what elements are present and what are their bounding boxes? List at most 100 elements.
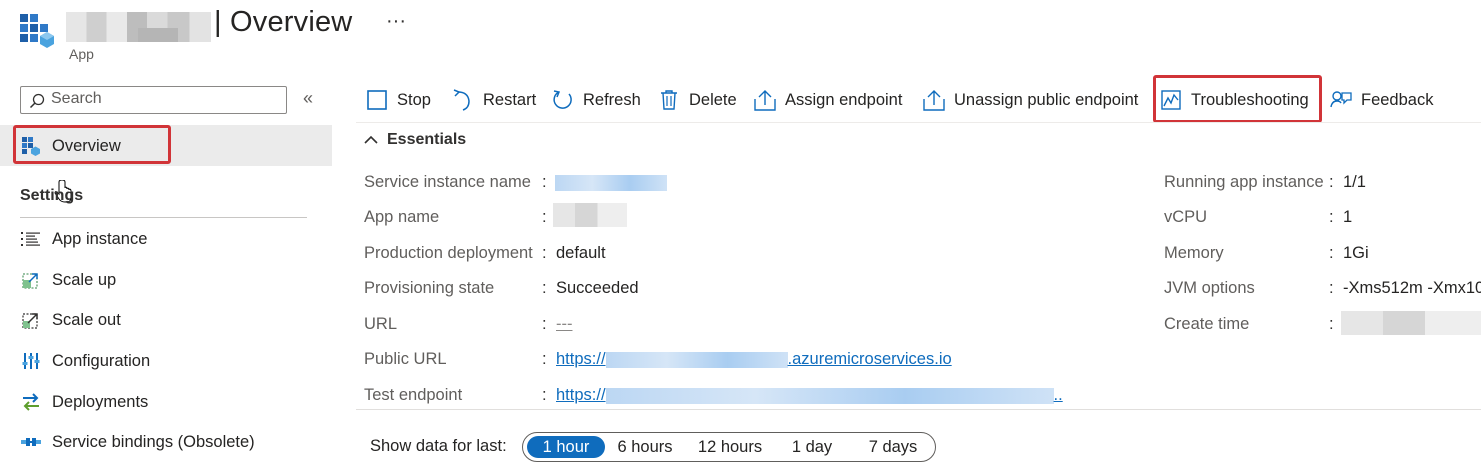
test-endpoint-prefix: https:// (556, 386, 606, 404)
time-range-label: Show data for last: (370, 437, 507, 455)
search-icon (29, 93, 45, 109)
memory-value: 1Gi (1343, 244, 1369, 262)
time-range-selector: 1 hour 6 hours 12 hours 1 day 7 days (522, 432, 936, 462)
time-range-option-1-day[interactable]: 1 day (781, 436, 843, 458)
sidebar-item-scale-out[interactable]: Scale out (20, 304, 121, 336)
more-options-button[interactable]: ··· (386, 10, 406, 33)
provisioning-state-value: Succeeded (556, 279, 639, 297)
colon: : (1329, 173, 1334, 191)
delete-button[interactable]: Delete (658, 86, 737, 114)
scale-up-icon (20, 269, 42, 291)
sidebar-item-label: App instance (52, 229, 148, 248)
colon: : (542, 279, 547, 297)
app-icon (20, 14, 54, 50)
running-app-instance-value: 1/1 (1343, 173, 1366, 191)
refresh-icon (552, 89, 574, 111)
vcpu-value: 1 (1343, 208, 1353, 226)
service-bindings-icon (20, 431, 42, 453)
memory-key: Memory (1164, 244, 1224, 262)
url-key: URL (364, 315, 398, 333)
overview-icon (20, 135, 42, 157)
public-url-redacted (605, 351, 788, 368)
assign-endpoint-label: Assign endpoint (785, 90, 903, 109)
time-range-option-7-days[interactable]: 7 days (857, 436, 929, 458)
create-time-value (1341, 311, 1481, 335)
restart-label: Restart (483, 90, 537, 109)
public-url-suffix: .azuremicroservices.io (787, 350, 952, 368)
production-deployment-value: default (556, 244, 606, 262)
sidebar-search-box[interactable] (20, 86, 287, 114)
jvm-options-value: -Xms512m -Xmx10 (1343, 279, 1481, 297)
assign-endpoint-button[interactable]: Assign endpoint (754, 86, 902, 114)
time-range-option-6-hours[interactable]: 6 hours (611, 436, 679, 458)
sidebar-item-configuration[interactable]: Configuration (20, 345, 150, 377)
troubleshooting-highlight-box (1153, 75, 1322, 123)
scale-out-icon (20, 309, 42, 331)
colon: : (1329, 244, 1334, 262)
colon: : (542, 386, 547, 404)
time-range-option-1-hour[interactable]: 1 hour (527, 436, 605, 458)
stop-icon (366, 89, 388, 111)
collapse-sidebar-button[interactable]: « (303, 88, 313, 109)
sidebar-item-label: Deployments (52, 392, 149, 411)
provisioning-state-key: Provisioning state (364, 279, 495, 297)
list-icon (20, 228, 42, 250)
test-endpoint-key: Test endpoint (364, 386, 463, 404)
test-endpoint-redacted (605, 387, 1054, 404)
search-input[interactable] (51, 90, 281, 108)
sidebar-item-overview[interactable]: Overview (0, 125, 332, 166)
sidebar-item-deployments[interactable]: Deployments (20, 386, 148, 418)
jvm-options-key: JVM options (1164, 279, 1255, 297)
settings-heading: Settings (20, 187, 84, 204)
service-instance-name-key: Service instance name (364, 173, 531, 191)
essentials-toggle[interactable]: Essentials (364, 131, 466, 149)
sidebar-item-service-bindings[interactable]: Service bindings (Obsolete) (20, 426, 255, 458)
page-title: | Overview (214, 6, 353, 38)
settings-divider (20, 217, 307, 218)
time-range-option-12-hours[interactable]: 12 hours (691, 436, 769, 458)
sidebar-item-label: Configuration (52, 351, 151, 370)
sidebar-item-label: Overview (52, 136, 121, 155)
configuration-icon (20, 350, 42, 372)
public-url-link[interactable]: https:// .azuremicroservices.io (556, 350, 952, 369)
essentials-divider (356, 409, 1481, 410)
colon: : (1329, 208, 1334, 226)
vcpu-key: vCPU (1164, 208, 1208, 226)
refresh-label: Refresh (583, 90, 641, 109)
sidebar-item-label: Service bindings (Obsolete) (52, 432, 255, 451)
stop-button[interactable]: Stop (366, 86, 431, 114)
sidebar-item-label: Scale up (52, 270, 117, 289)
toolbar-divider (356, 122, 1481, 123)
colon: : (542, 208, 547, 226)
chevron-up-icon (364, 135, 378, 144)
colon: : (542, 350, 547, 368)
test-endpoint-link[interactable]: https://.. (556, 386, 1063, 405)
feedback-label: Feedback (1361, 90, 1434, 109)
create-time-key: Create time (1164, 315, 1250, 333)
service-instance-name-value[interactable] (555, 173, 667, 192)
colon: : (1329, 279, 1334, 297)
colon: : (542, 315, 547, 333)
unassign-public-endpoint-label: Unassign public endpoint (954, 90, 1139, 109)
colon: : (542, 244, 547, 262)
restart-button[interactable]: Restart (452, 86, 536, 114)
colon: : (542, 173, 547, 191)
refresh-button[interactable]: Refresh (552, 86, 641, 114)
url-value[interactable]: --- (556, 315, 572, 334)
production-deployment-key: Production deployment (364, 244, 533, 262)
upload-icon (754, 89, 776, 111)
colon: : (1329, 315, 1334, 333)
sidebar-item-scale-up[interactable]: Scale up (20, 264, 116, 296)
trash-icon (658, 89, 680, 111)
sidebar-item-label: Scale out (52, 310, 121, 329)
app-name-redacted (66, 12, 211, 42)
delete-label: Delete (689, 90, 737, 109)
unassign-public-endpoint-button[interactable]: Unassign public endpoint (923, 86, 1138, 114)
feedback-button[interactable]: Feedback (1330, 86, 1433, 114)
running-app-instance-key: Running app instance (1164, 173, 1324, 191)
app-name-value (553, 203, 627, 227)
sidebar-item-app-instance[interactable]: App instance (20, 223, 147, 255)
feedback-icon (1330, 89, 1352, 111)
upload-icon (923, 89, 945, 111)
deployments-icon (20, 391, 42, 413)
